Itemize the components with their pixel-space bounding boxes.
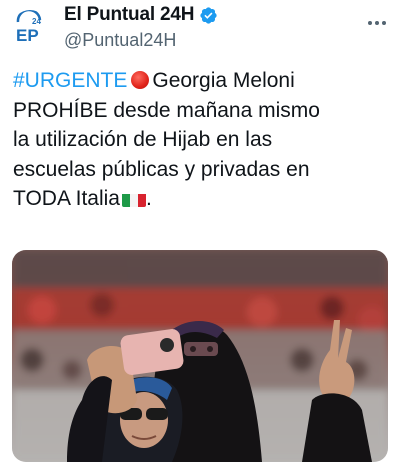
- tweet-text: #URGENTE Georgia Meloni PROHÍBE desde mañ…: [13, 66, 391, 214]
- profile-avatar[interactable]: 24 EP: [12, 10, 48, 46]
- tweet-line-2: PROHÍBE desde mañana mismo: [13, 98, 320, 122]
- line-1-text: Georgia Meloni: [152, 69, 295, 92]
- tweet-photo[interactable]: [12, 250, 388, 462]
- el-puntual-logo: 24 EP: [12, 10, 48, 46]
- line-5-text: TODA Italia: [13, 187, 120, 210]
- handle[interactable]: @Puntual24H: [64, 30, 218, 51]
- tweet-line-4: escuelas públicas y privadas en: [13, 157, 310, 181]
- tweet-line-1: #URGENTE Georgia Meloni: [13, 66, 391, 96]
- selfie-photo-image: [12, 250, 388, 462]
- tweet-line-5: TODA Italia.: [13, 184, 391, 214]
- svg-text:24: 24: [32, 17, 41, 26]
- svg-text:EP: EP: [16, 26, 39, 45]
- red-circle-icon: [131, 71, 150, 89]
- line-5-end: .: [146, 187, 152, 210]
- italy-flag-icon: [122, 190, 146, 207]
- display-name[interactable]: El Puntual 24H: [64, 4, 194, 26]
- tweet-header: 24 EP El Puntual 24H @Puntual24H: [0, 0, 400, 60]
- author-info: El Puntual 24H @Puntual24H: [64, 3, 218, 51]
- tweet-line-3: la utilización de Hijab en las: [13, 128, 273, 151]
- more-options-icon[interactable]: [366, 12, 388, 34]
- verified-badge-icon: [199, 6, 218, 25]
- hashtag-link[interactable]: #URGENTE: [13, 69, 127, 92]
